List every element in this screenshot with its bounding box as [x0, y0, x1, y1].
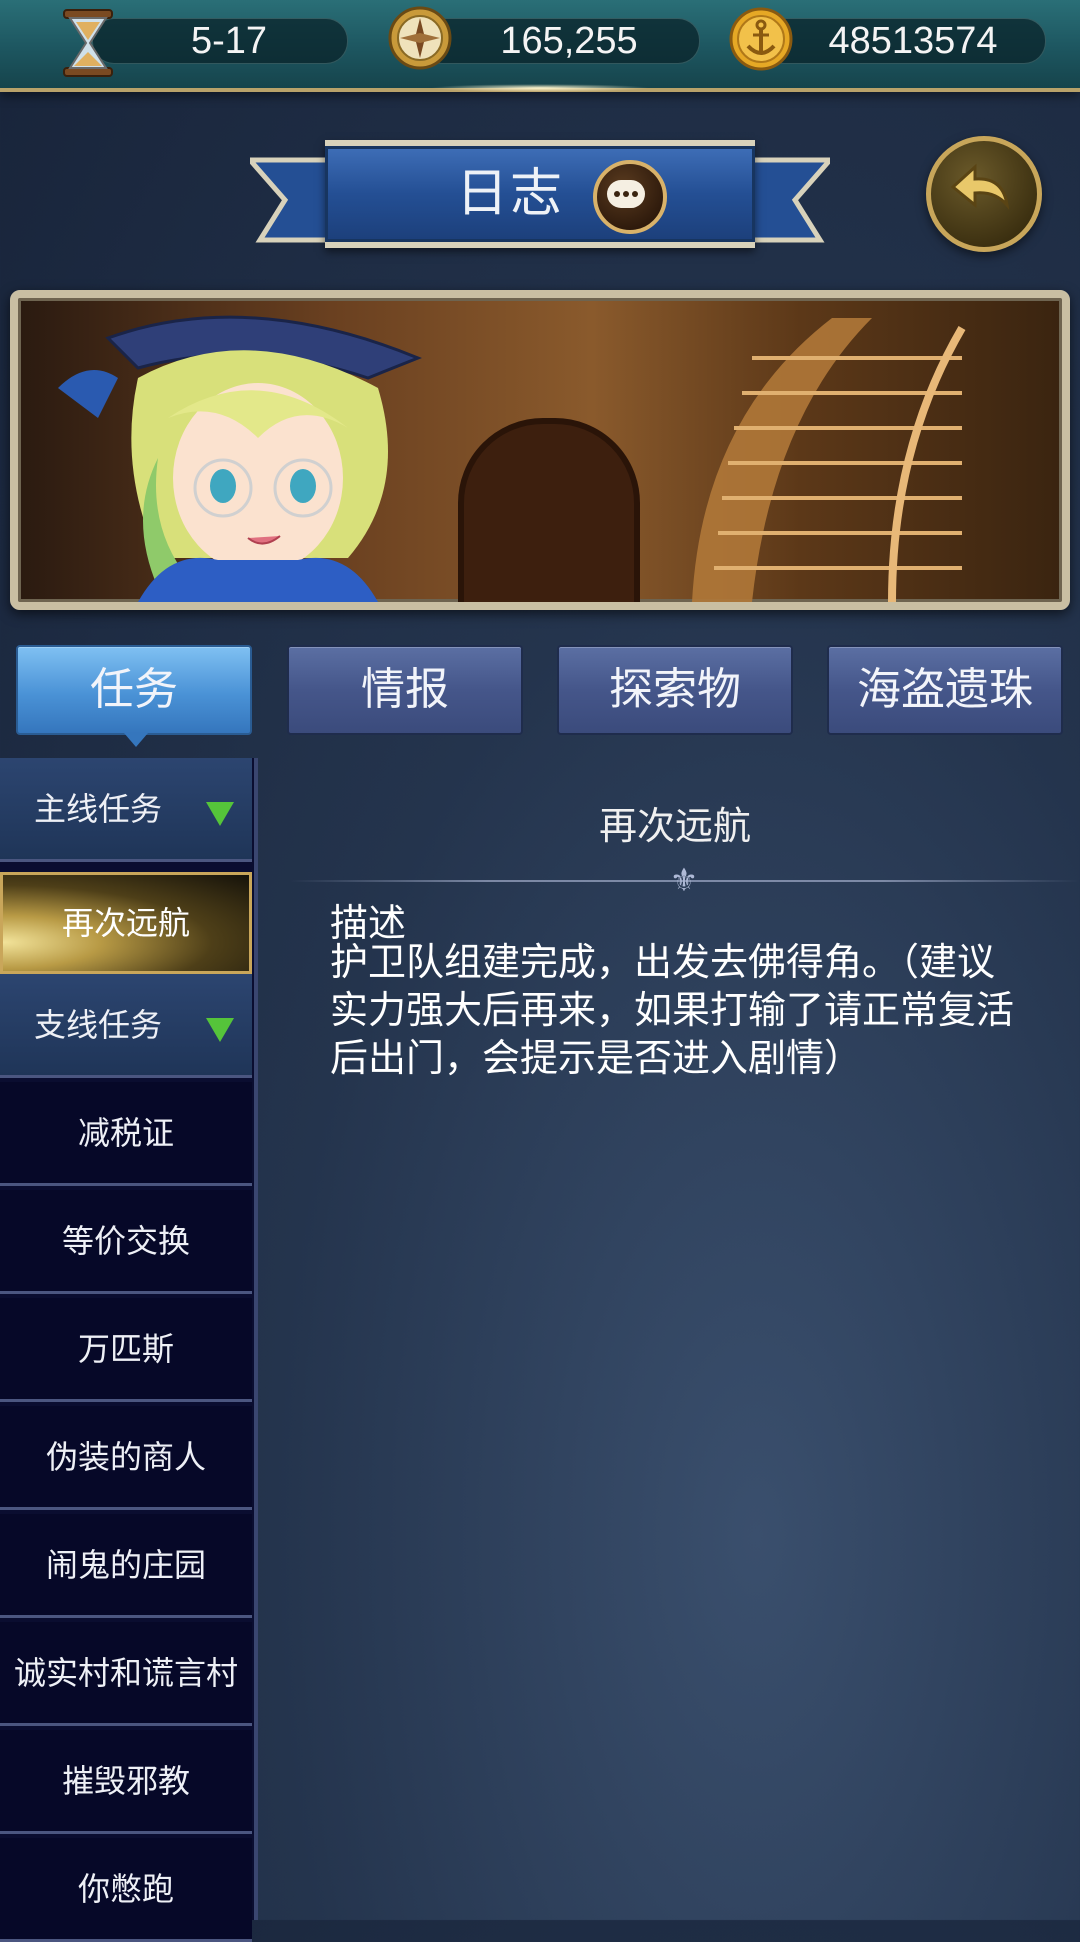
compass-value: 165,255 [500, 20, 638, 62]
page-title: 日志 [455, 164, 564, 224]
quest-label: 万匹斯 [77, 1329, 174, 1368]
door-illustration [458, 418, 640, 602]
back-arrow-icon [950, 163, 1010, 210]
quest-item[interactable]: 等价交换 [0, 1190, 252, 1294]
title-banner: 日志 [250, 128, 830, 258]
character-portrait-frame [10, 290, 1070, 610]
quest-label: 摧毁邪教 [61, 1761, 190, 1800]
tab-intel[interactable]: 情报 [287, 645, 523, 735]
quest-item[interactable]: 万匹斯 [0, 1298, 252, 1402]
quest-label: 诚实村和谎言村 [14, 1653, 239, 1692]
resource-bar: 5-17 165,255 48513574 [0, 0, 1080, 92]
day-counter: 5-17 [92, 18, 348, 64]
quest-title: 再次远航 [598, 804, 751, 848]
anchor-coin-icon [729, 7, 793, 71]
expand-triangle-icon [206, 1018, 234, 1042]
day-value: 5-17 [190, 20, 268, 62]
navigator-character-portrait [58, 315, 422, 602]
hourglass-icon [63, 9, 113, 77]
quest-item[interactable]: 诚实村和谎言村 [0, 1622, 252, 1726]
category-side-quests[interactable]: 支线任务 [0, 974, 252, 1078]
tab-quests[interactable]: 任务 [16, 645, 252, 747]
stairs-illustration [692, 318, 966, 602]
quest-label: 伪装的商人 [45, 1437, 206, 1476]
tab-exploration[interactable]: 探索物 [557, 645, 793, 735]
quest-label: 闹鬼的庄园 [45, 1545, 206, 1584]
quest-item[interactable]: 你憋跑 [0, 1838, 252, 1942]
compass-counter: 165,255 [420, 18, 700, 64]
fleur-ornament-icon: ⚜ [669, 861, 699, 899]
expand-triangle-icon [206, 802, 234, 826]
category-label: 主线任务 [34, 789, 163, 828]
gold-value: 48513574 [828, 20, 998, 62]
quest-item[interactable]: 减税证 [0, 1082, 252, 1186]
quest-item-selected[interactable]: 再次远航 [0, 872, 252, 974]
quest-item[interactable]: 伪装的商人 [0, 1406, 252, 1510]
banner-plate: 日志 [325, 140, 755, 248]
description-text: 护卫队组建完成，出发去佛得角。（建议实力强大后再来，如果打输了请正常复活后出门，… [330, 940, 1015, 1080]
gold-counter: 48513574 [762, 18, 1046, 64]
quest-item[interactable]: 闹鬼的庄园 [0, 1514, 252, 1618]
quest-item[interactable]: 摧毁邪教 [0, 1730, 252, 1834]
chat-bubble-icon[interactable] [593, 160, 667, 234]
tab-pirate-relics[interactable]: 海盗遗珠 [827, 645, 1063, 735]
quest-label: 再次远航 [61, 904, 190, 942]
quest-list: 主线任务 再次远航 支线任务 减税证 等价交换 万匹斯 伪装的商人 闹鬼的庄园 … [0, 758, 258, 1942]
category-main-quests[interactable]: 主线任务 [0, 758, 252, 862]
compass-icon [388, 6, 452, 70]
quest-label: 你憋跑 [77, 1869, 174, 1908]
category-label: 支线任务 [34, 1005, 163, 1044]
quest-label: 等价交换 [61, 1221, 190, 1260]
back-button[interactable] [926, 136, 1042, 252]
quest-label: 减税证 [77, 1113, 174, 1152]
